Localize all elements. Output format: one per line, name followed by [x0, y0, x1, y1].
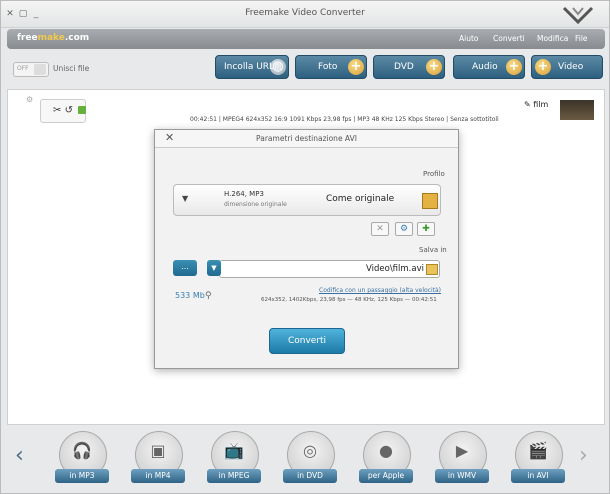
tv-icon: 📺 [224, 441, 244, 460]
paste-url-button[interactable]: ◍ Incolla URL [215, 55, 289, 79]
menu-aiuto[interactable]: Aiuto [459, 34, 479, 43]
add-audio-button[interactable]: + Audio [453, 55, 525, 79]
add-profile-button[interactable]: ✚ [417, 222, 435, 236]
add-dvd-label: DVD [394, 62, 414, 72]
brand-part-make: make [37, 33, 65, 43]
menu-modifica[interactable]: Modifica [537, 34, 568, 43]
profile-codec: H.264, MP3 [224, 190, 264, 198]
apple-icon: ● [379, 441, 393, 460]
folder-icon [426, 264, 438, 275]
chevron-down-icon: ▼ [182, 194, 189, 203]
save-path-input[interactable]: Video\film.avi [219, 260, 440, 278]
format-wmv-button[interactable]: ▶ in WMV [435, 431, 489, 483]
window-title: Freemake Video Converter [245, 8, 365, 18]
delete-profile-button[interactable]: ✕ [371, 222, 389, 236]
encode-mode-link[interactable]: Codifica con un passaggio (alta velocità… [319, 287, 441, 294]
format-dvd-button[interactable]: ◎ in DVD [283, 431, 337, 483]
minimize-window-icon[interactable]: _ [31, 9, 41, 19]
clapperboard-icon: 🎬 [528, 441, 548, 460]
save-path-text: Video\film.avi [366, 264, 424, 274]
profile-subtitle: dimensione originale [224, 201, 287, 208]
format-avi-label: in AVI [511, 469, 565, 483]
format-mp3-label: in MP3 [55, 469, 109, 483]
plus-icon: + [426, 59, 442, 75]
film-icon [422, 193, 438, 209]
wmv-play-icon: ▶ [455, 441, 469, 460]
format-bar: › ‹ 🎬 in AVI ▶ in WMV ● per Apple ◎ in D… [7, 429, 605, 493]
scroll-left-icon[interactable]: ‹ [15, 443, 24, 468]
video-thumbnail [560, 100, 594, 120]
gear-icon[interactable]: ⚙ [395, 222, 413, 236]
file-name-text: film [533, 100, 549, 109]
toggle-state: OFF [17, 65, 29, 72]
play-icon[interactable] [78, 106, 86, 114]
headphones-icon: 🎧 [72, 441, 92, 460]
settings-icon[interactable]: ⚙ [26, 95, 33, 104]
plus-icon: + [506, 59, 522, 75]
add-audio-label: Audio [472, 62, 498, 72]
merge-toggle[interactable]: OFF [13, 62, 49, 77]
dialog-title: Parametri destinazione AVI [256, 134, 357, 143]
format-apple-button[interactable]: ● per Apple [359, 431, 413, 483]
menu-bar: freemake.com File Modifica Converti Aiut… [7, 29, 605, 49]
output-params-dialog: Parametri destinazione AVI ✕ Profilo Com… [154, 129, 459, 369]
format-mpeg-label: in MPEG [207, 469, 261, 483]
add-dvd-button[interactable]: + DVD [373, 55, 445, 79]
merge-label: Unisci file [53, 64, 90, 73]
format-mp3-button[interactable]: 🎧 in MP3 [55, 431, 109, 483]
title-bar: Freemake Video Converter ✕ ▢ _ [1, 1, 609, 28]
add-photo-button[interactable]: + Foto [295, 55, 367, 79]
output-size: 533 Mb [175, 291, 205, 300]
convert-button[interactable]: Converti [269, 328, 345, 354]
format-mp4-button[interactable]: ▣ in MP4 [131, 431, 185, 483]
add-video-label: Video [558, 62, 584, 72]
file-meta[interactable]: 00:42:51 | MPEG4 624x352 16:9 1091 Kbps … [190, 116, 499, 123]
scroll-right-icon[interactable]: › [579, 443, 588, 468]
file-row[interactable]: ✎ film 00:42:51 | MPEG4 624x352 16:9 109… [8, 90, 604, 132]
file-name[interactable]: ✎ film [524, 100, 548, 109]
profile-select[interactable]: Come originale H.264, MP3 dimensione ori… [173, 184, 441, 216]
close-window-icon[interactable]: ✕ [5, 9, 15, 19]
encode-info: 624x352, 1402Kbps, 23,98 fps — 48 KHz, 1… [261, 297, 437, 303]
plus-icon: + [535, 59, 551, 75]
save-dropdown-button[interactable]: ▼ [207, 260, 221, 276]
browse-button[interactable]: ... [173, 260, 197, 276]
format-dvd-label: in DVD [283, 469, 337, 483]
menu-converti[interactable]: Converti [493, 34, 525, 43]
disc-icon: ◎ [303, 441, 317, 460]
paste-url-label: Incolla URL [224, 62, 275, 72]
format-wmv-label: in WMV [435, 469, 489, 483]
menu-file[interactable]: File [575, 34, 588, 43]
brand-link[interactable]: freemake.com [17, 33, 89, 43]
brand-part-free: free [17, 33, 38, 43]
film-frame-icon: ▣ [150, 441, 166, 460]
add-photo-label: Foto [318, 62, 338, 72]
size-settings-icon[interactable]: ⚲ [205, 291, 212, 301]
format-apple-label: per Apple [359, 469, 413, 483]
app-window: Freemake Video Converter ✕ ▢ _ freemake.… [0, 0, 610, 494]
close-icon[interactable]: ✕ [165, 131, 174, 144]
format-avi-button[interactable]: 🎬 in AVI [511, 431, 565, 483]
freemake-logo-icon [562, 6, 594, 25]
add-video-button[interactable]: + Video [531, 55, 603, 79]
profile-name: Come originale [326, 194, 395, 204]
format-mpeg-button[interactable]: 📺 in MPEG [207, 431, 261, 483]
profile-label: Profilo [423, 170, 445, 178]
format-mp4-label: in MP4 [131, 469, 185, 483]
dialog-header: Parametri destinazione AVI ✕ [155, 130, 458, 148]
plus-icon: + [348, 59, 364, 75]
brand-part-com: .com [64, 33, 90, 43]
maximize-window-icon[interactable]: ▢ [18, 9, 28, 19]
toggle-knob [34, 64, 46, 75]
save-label: Salva in [419, 246, 447, 254]
